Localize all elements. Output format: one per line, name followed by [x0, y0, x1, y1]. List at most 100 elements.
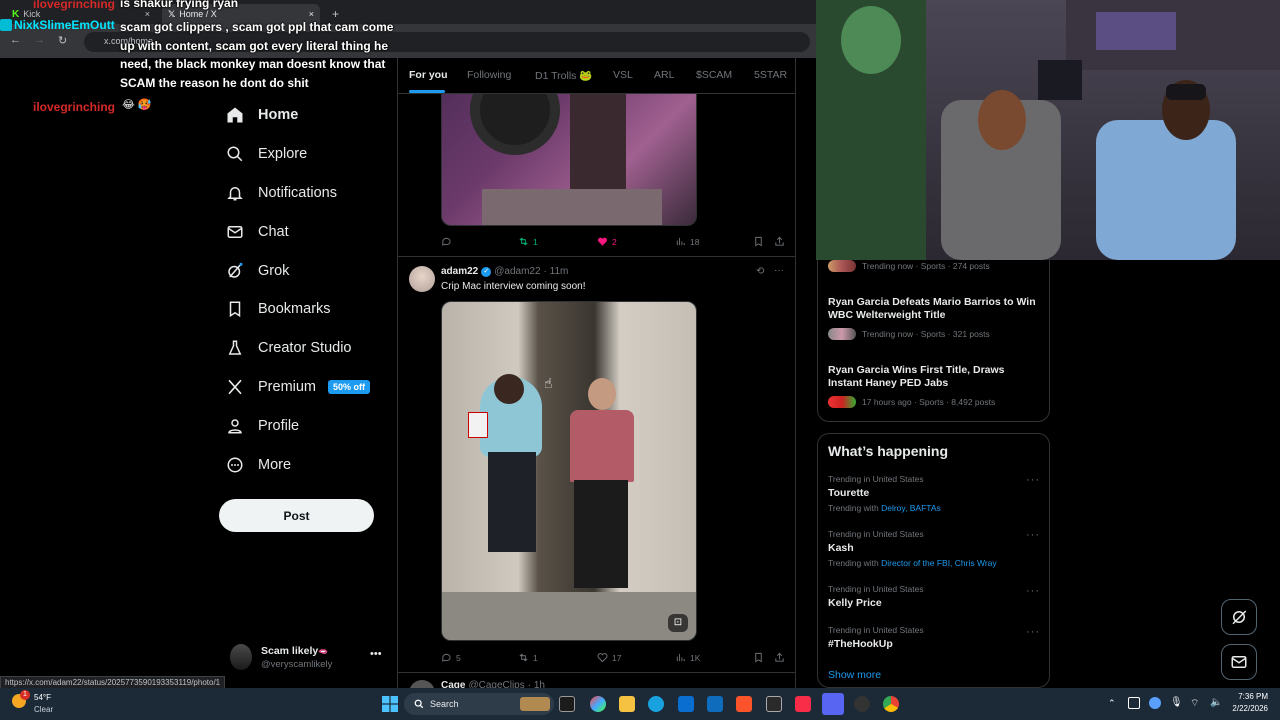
tab-scam[interactable]: $SCAM: [696, 69, 732, 81]
trend-name: #TheHookUp: [828, 638, 893, 650]
edge-browser-icon[interactable]: [648, 696, 664, 712]
post-timestamp[interactable]: · 11m: [544, 266, 569, 277]
avatar[interactable]: [409, 680, 435, 688]
tab-arl[interactable]: ARL: [654, 69, 674, 81]
more-dots-icon[interactable]: ···: [1026, 529, 1040, 541]
clock-time[interactable]: 7:36 PM: [1232, 692, 1268, 701]
trend-meta: Trending now · Sports · 321 posts: [862, 329, 990, 339]
bookmark-button[interactable]: [753, 236, 764, 247]
more-dots-icon[interactable]: ···: [1026, 585, 1040, 597]
more-dots-icon[interactable]: •••: [370, 648, 382, 660]
account-handle: @veryscamlikely: [261, 659, 333, 670]
trend-item[interactable]: Trending in United States #TheHookUp: [828, 625, 1040, 650]
task-view-icon[interactable]: [559, 696, 575, 712]
tab-5star[interactable]: 5STAR: [754, 69, 787, 81]
repost-count: 1: [533, 236, 538, 247]
windows-start-icon[interactable]: [382, 696, 398, 712]
grok-icon[interactable]: ⟲: [756, 266, 764, 277]
app-icon[interactable]: [766, 696, 782, 712]
nav-chat[interactable]: Chat: [226, 223, 289, 241]
trend-with-link[interactable]: Delroy, BAFTAs: [881, 503, 941, 513]
post-timestamp[interactable]: · 1h: [528, 680, 545, 688]
trend-meta: 17 hours ago · Sports · 8,492 posts: [862, 397, 996, 407]
nav-more[interactable]: More: [226, 456, 291, 474]
nav-profile[interactable]: Profile: [226, 417, 299, 435]
copilot-icon[interactable]: [590, 696, 606, 712]
messages-float-button[interactable]: [1221, 644, 1257, 680]
whats-happening-card: What’s happening Trending in United Stat…: [817, 433, 1050, 688]
views-chart-icon: [676, 237, 685, 246]
nav-explore[interactable]: Explore: [226, 145, 307, 163]
reply-button[interactable]: 5: [441, 652, 461, 663]
repost-button[interactable]: 1: [518, 236, 538, 247]
reload-icon[interactable]: ↻: [58, 34, 67, 47]
file-explorer-icon[interactable]: [619, 696, 635, 712]
nav-label: More: [258, 457, 292, 473]
trend-title[interactable]: Ryan Garcia Defeats Mario Barrios to Win…: [828, 296, 1040, 322]
taskbar-search-input[interactable]: Search: [404, 693, 554, 715]
repost-button[interactable]: 1: [518, 652, 538, 663]
trend-with-link[interactable]: Director of the FBI, Chris Wray: [881, 558, 997, 568]
grok-float-button[interactable]: [1221, 599, 1257, 635]
post-author-handle[interactable]: @CageClips: [468, 680, 524, 688]
avatar[interactable]: [409, 266, 435, 292]
share-button[interactable]: [774, 652, 785, 663]
trend-item[interactable]: Trending in United States Kelly Price: [828, 584, 1040, 609]
tab-d1-trolls[interactable]: D1 Trolls 🐸: [535, 69, 592, 82]
music-icon[interactable]: [795, 696, 811, 712]
trend-with-label: Trending with: [828, 503, 879, 513]
post-media-image[interactable]: ⊡: [441, 301, 697, 641]
microphone-icon[interactable]: 🎙: [1170, 697, 1183, 708]
trend-item[interactable]: Trending now · Sports · 274 posts: [828, 260, 990, 272]
volume-icon[interactable]: 🔈: [1210, 697, 1222, 708]
outlook-icon[interactable]: [707, 696, 723, 712]
share-button[interactable]: [774, 236, 785, 247]
tab-vsl[interactable]: VSL: [613, 69, 633, 81]
trend-title[interactable]: Ryan Garcia Wins First Title, Draws Inst…: [828, 364, 1040, 390]
bookmark-button[interactable]: [753, 652, 764, 663]
chat-emotes: 😂 🥵: [122, 99, 152, 111]
nav-grok[interactable]: Grok: [226, 262, 289, 280]
trend-item[interactable]: Trending in United States Kash Trending …: [828, 529, 1040, 568]
premium-discount-badge: 50% off: [328, 380, 371, 394]
weather-temp[interactable]: 54°F: [34, 693, 51, 702]
nav-bookmarks[interactable]: Bookmarks: [226, 300, 331, 318]
more-dots-icon[interactable]: ···: [774, 265, 784, 276]
onedrive-icon[interactable]: [1149, 697, 1161, 709]
post-author-name[interactable]: adam22: [441, 266, 478, 277]
view-count: 1K: [690, 652, 701, 663]
account-switcher[interactable]: Scam likely🫦 @veryscamlikely •••: [230, 644, 390, 674]
views-button[interactable]: 18: [675, 236, 699, 247]
views-button[interactable]: 1K: [675, 652, 700, 663]
trend-item[interactable]: Trending in United States Tourette Trend…: [828, 474, 1040, 513]
nav-creator-studio[interactable]: Creator Studio: [226, 339, 352, 357]
tab-for-you[interactable]: For you: [409, 69, 448, 81]
more-dots-icon[interactable]: ···: [1026, 626, 1040, 638]
like-button[interactable]: 17: [597, 652, 621, 663]
post-author-handle[interactable]: @adam22: [494, 266, 540, 277]
app-icon[interactable]: [822, 693, 844, 715]
chevron-up-icon[interactable]: ⌃: [1108, 698, 1116, 709]
image-tag-icon[interactable]: ⊡: [668, 614, 688, 632]
back-arrow-icon[interactable]: ←: [10, 34, 21, 46]
wifi-icon[interactable]: ⌔: [1190, 697, 1199, 710]
more-dots-icon[interactable]: ···: [1026, 474, 1040, 486]
obs-icon[interactable]: [854, 696, 870, 712]
app-tray-icon[interactable]: [1128, 697, 1140, 709]
store-icon[interactable]: [678, 696, 694, 712]
nav-notifications[interactable]: Notifications: [226, 184, 337, 202]
post-header: adam22 ✓ @adam22 · 11m: [441, 266, 568, 277]
nav-home[interactable]: Home: [226, 106, 298, 124]
brave-browser-icon[interactable]: [736, 696, 752, 712]
show-more-link[interactable]: Show more: [828, 669, 881, 681]
nav-premium[interactable]: Premium 50% off: [226, 378, 371, 396]
clock-date[interactable]: 2/22/2026: [1222, 704, 1268, 713]
post-author-name[interactable]: Cage: [441, 680, 465, 688]
like-button[interactable]: 2: [597, 236, 617, 247]
chrome-browser-icon[interactable]: [883, 696, 899, 712]
tab-following[interactable]: Following: [467, 69, 511, 81]
person-head-shape: [494, 374, 524, 404]
post-button[interactable]: Post: [219, 499, 374, 532]
reply-button[interactable]: [441, 236, 452, 247]
forward-arrow-icon[interactable]: →: [34, 34, 45, 46]
